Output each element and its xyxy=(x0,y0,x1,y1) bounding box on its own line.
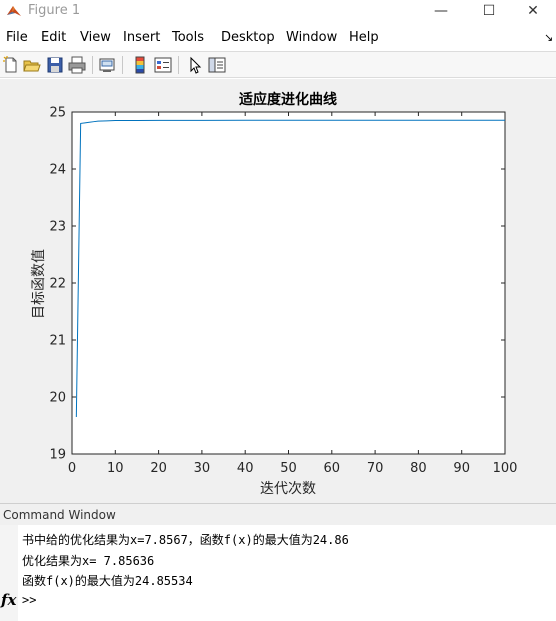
toolbar-separator xyxy=(92,56,93,74)
link-plot-icon[interactable] xyxy=(97,55,117,75)
menu-window[interactable]: Window xyxy=(286,30,337,45)
output-line: 函数f(x)的最大值为24.85534 xyxy=(22,574,193,588)
y-tick-label: 21 xyxy=(49,334,66,349)
menu-help[interactable]: Help xyxy=(349,30,379,45)
command-window-header[interactable]: Command Window xyxy=(0,503,556,525)
insert-legend-icon[interactable] xyxy=(153,55,173,75)
x-tick-label: 30 xyxy=(194,461,211,476)
y-axis-label: 目标函数值 xyxy=(31,249,47,319)
matlab-logo-icon xyxy=(7,6,21,16)
close-icon: ✕ xyxy=(527,3,539,19)
menu-insert[interactable]: Insert xyxy=(123,30,160,45)
y-tick-label: 24 xyxy=(49,163,66,178)
chart-title: 适应度进化曲线 xyxy=(239,91,337,108)
output-line: 书中给的优化结果为x=7.8567，函数f(x)的最大值为24.86 xyxy=(22,533,349,547)
y-tick-label: 19 xyxy=(49,448,66,463)
axes-box xyxy=(71,111,506,455)
function-browser-icon[interactable]: fx xyxy=(1,591,16,609)
y-tick-label: 20 xyxy=(49,391,66,406)
command-prompt[interactable]: >> xyxy=(22,593,36,607)
x-tick-label: 70 xyxy=(367,461,384,476)
toolbar-separator xyxy=(122,56,123,74)
dock-arrow-icon[interactable]: ↘ xyxy=(544,31,553,44)
menu-file[interactable]: File xyxy=(6,30,28,45)
x-tick-label: 90 xyxy=(453,461,470,476)
menu-tools[interactable]: Tools xyxy=(172,30,204,45)
menu-edit[interactable]: Edit xyxy=(41,30,66,45)
minimize-button[interactable]: — xyxy=(418,0,464,22)
new-figure-icon[interactable] xyxy=(1,55,21,75)
x-axis-label: 迭代次数 xyxy=(260,481,316,497)
menu-view[interactable]: View xyxy=(80,30,111,45)
x-tick-label: 10 xyxy=(107,461,124,476)
command-window[interactable]: 书中给的优化结果为x=7.8567，函数f(x)的最大值为24.86 优化结果为… xyxy=(0,525,556,621)
edit-plot-icon[interactable] xyxy=(185,55,205,75)
y-tick-label: 23 xyxy=(49,220,66,235)
output-line: 优化结果为x= 7.85636 xyxy=(22,554,155,568)
insert-colorbar-icon[interactable] xyxy=(130,55,150,75)
line-chart: 19 20 21 22 23 24 25 0 10 20 30 40 50 60 70 80 90 100 适应… xyxy=(31,91,518,497)
menu-bar: File Edit View Insert Tools Desktop Wind… xyxy=(0,26,556,50)
x-tick-label: 100 xyxy=(493,461,518,476)
x-tick-label: 40 xyxy=(237,461,254,476)
y-tick-label: 25 xyxy=(49,106,66,121)
toolbar-separator xyxy=(178,56,179,74)
maximize-button[interactable]: ☐ xyxy=(466,0,512,22)
open-file-icon[interactable] xyxy=(22,55,42,75)
x-tick-label: 50 xyxy=(280,461,297,476)
close-button[interactable]: ✕ xyxy=(510,0,556,22)
x-tick-label: 80 xyxy=(410,461,427,476)
title-bar: Figure 1 — ☐ ✕ xyxy=(0,0,556,22)
save-icon[interactable] xyxy=(45,55,65,75)
minimize-icon: — xyxy=(434,3,448,19)
x-tick-label: 60 xyxy=(324,461,341,476)
print-icon[interactable] xyxy=(67,55,87,75)
y-tick-label: 22 xyxy=(49,277,66,292)
property-inspector-icon[interactable] xyxy=(207,55,227,75)
toolbar xyxy=(0,51,556,78)
menu-desktop[interactable]: Desktop xyxy=(221,30,275,45)
command-window-title: Command Window xyxy=(3,508,116,522)
window-title: Figure 1 xyxy=(28,3,81,18)
figure-canvas[interactable]: 19 20 21 22 23 24 25 0 10 20 30 40 50 60 70 80 90 100 适应… xyxy=(0,79,556,503)
maximize-icon: ☐ xyxy=(482,3,496,19)
x-tick-label: 20 xyxy=(150,461,167,476)
x-tick-label: 0 xyxy=(68,461,76,476)
